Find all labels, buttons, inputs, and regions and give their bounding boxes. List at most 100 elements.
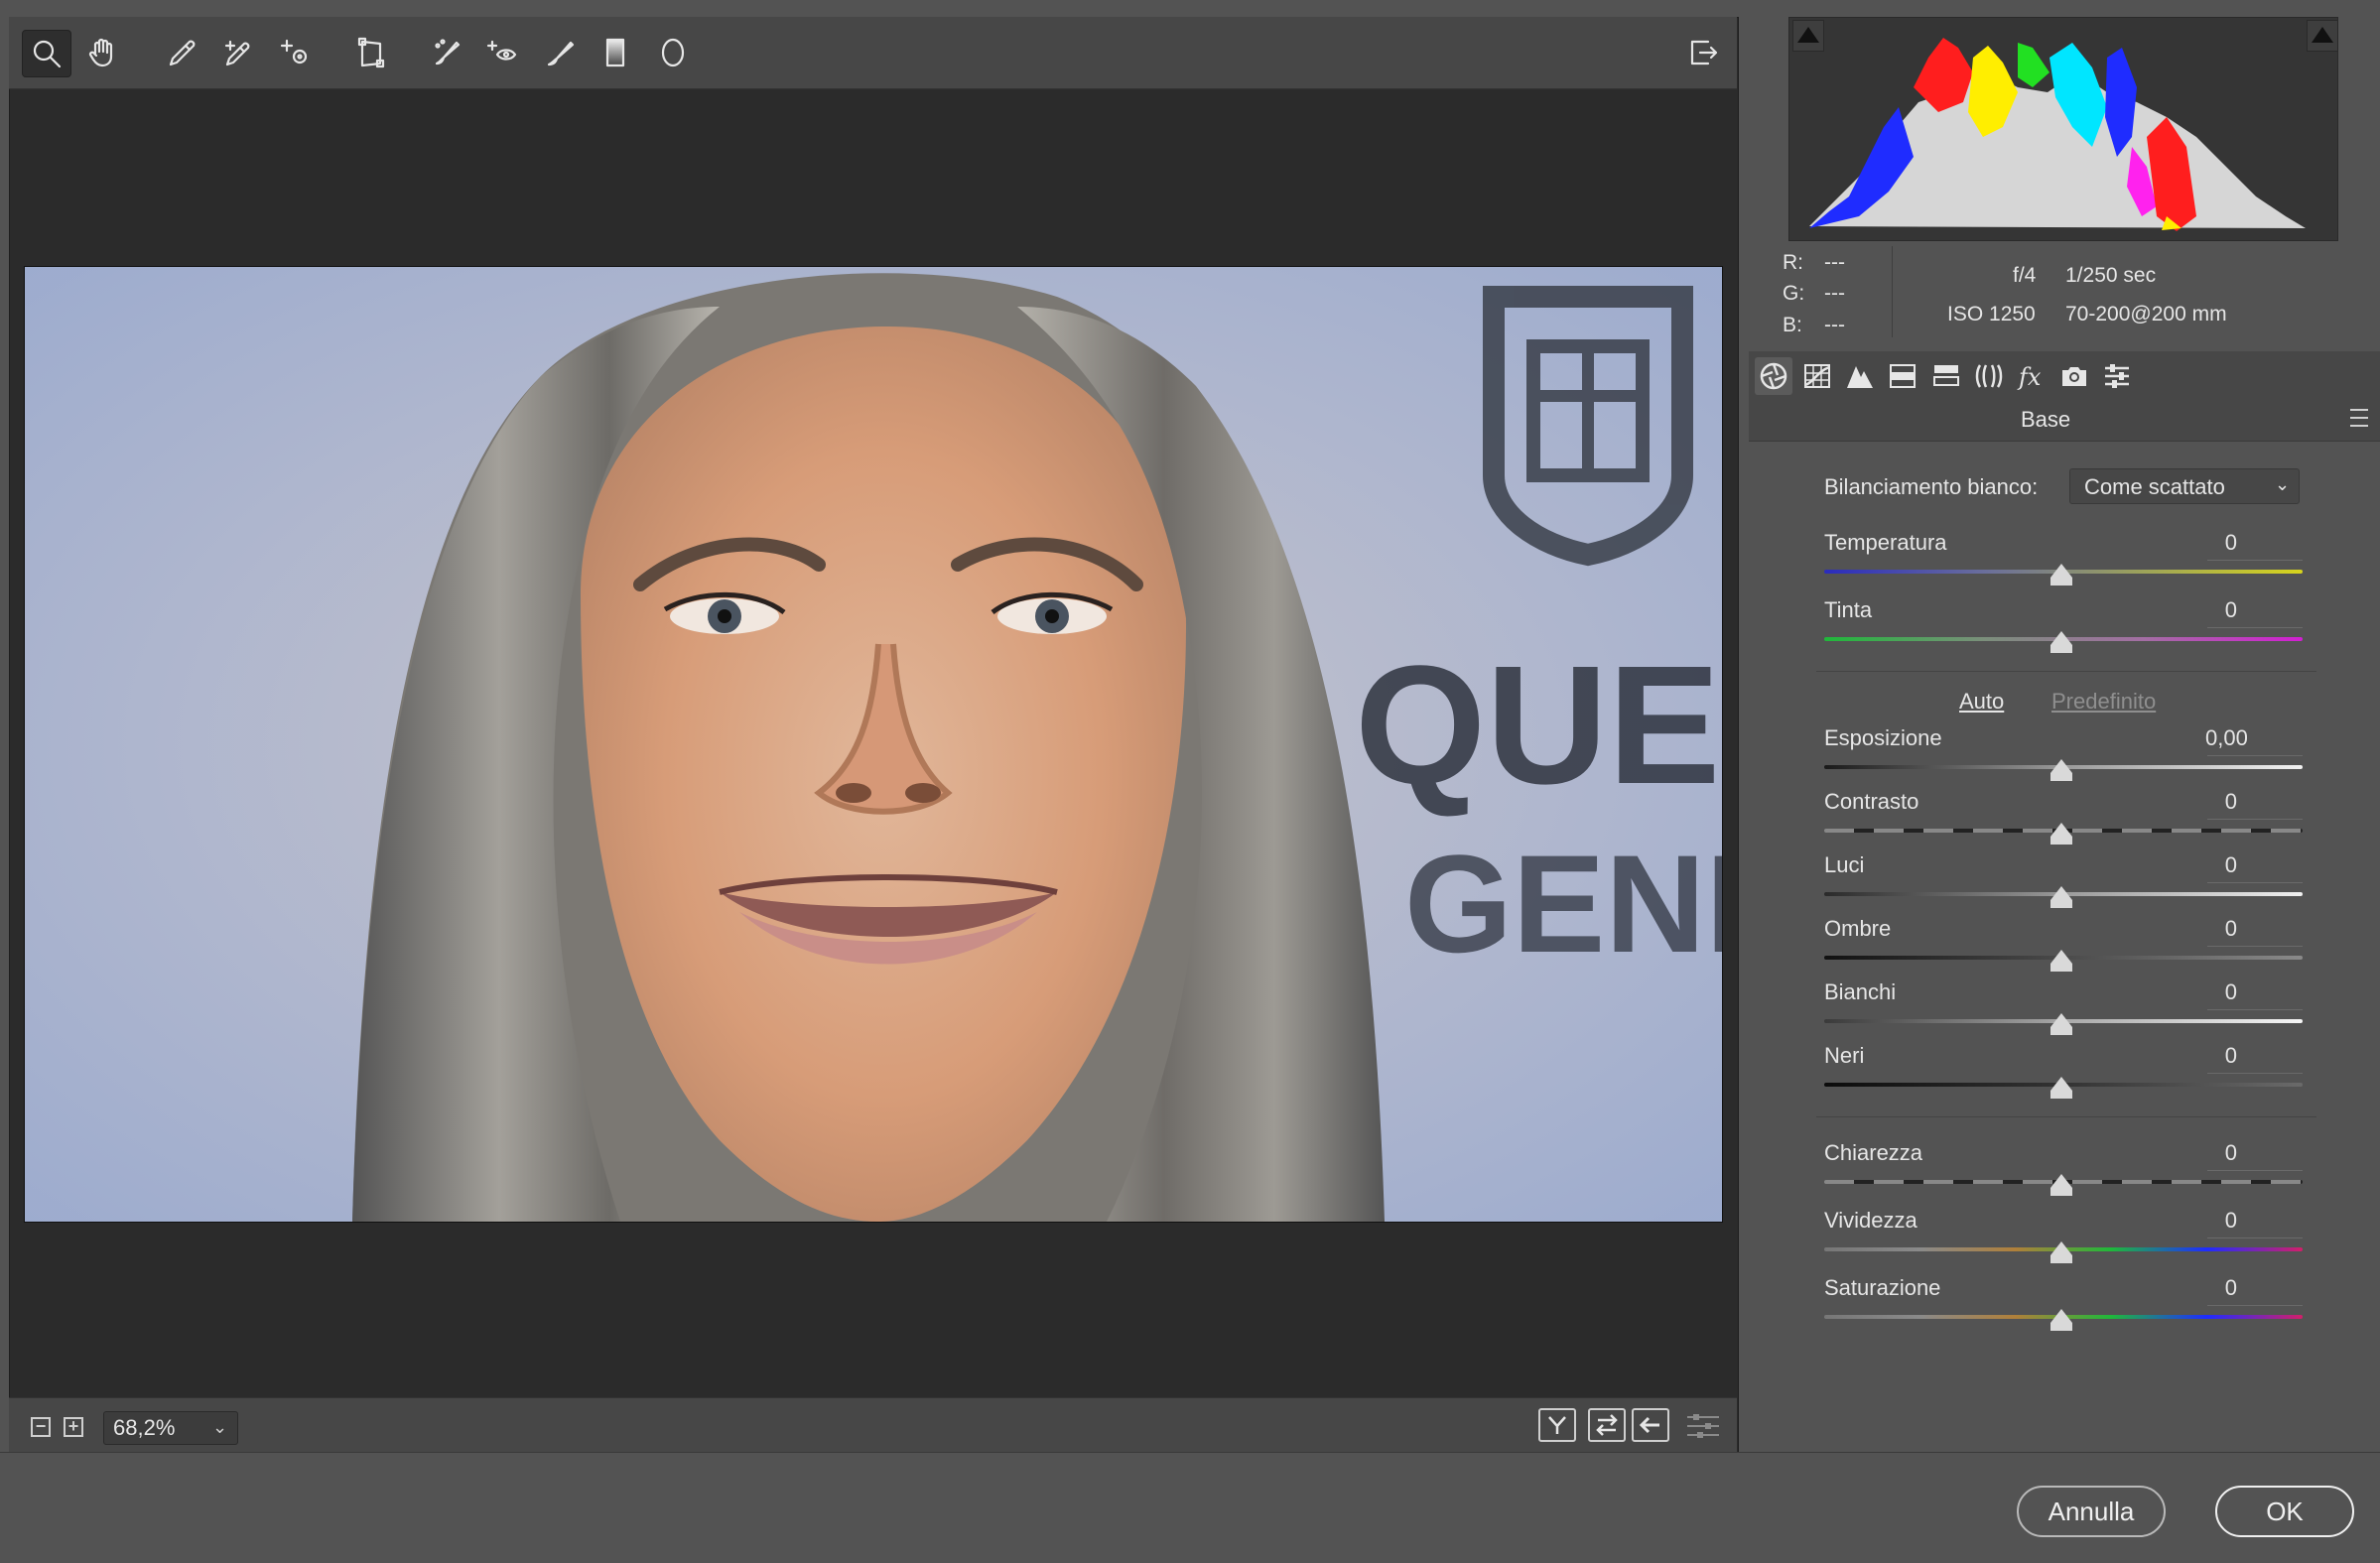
- g-label: G:: [1783, 282, 1805, 305]
- tab-hsl[interactable]: [1884, 357, 1921, 395]
- iso-value: ISO 1250: [1947, 303, 2036, 326]
- vividezza-slider-thumb[interactable]: [2050, 1241, 2072, 1263]
- info-divider: [1892, 246, 1893, 337]
- chiarezza-value-underline: [2207, 1170, 2303, 1171]
- toggle-settings-button[interactable]: [1685, 1411, 1721, 1441]
- vividezza-value[interactable]: 0: [2172, 1208, 2237, 1234]
- svg-text:GENEV: GENEV: [1404, 826, 1722, 981]
- ombre-label: Ombre: [1824, 916, 1892, 941]
- targeted-adjustment-tool[interactable]: [272, 30, 320, 75]
- tab-tone-curve[interactable]: [1798, 357, 1836, 395]
- chiarezza-slider-thumb[interactable]: [2050, 1174, 2072, 1196]
- saturazione-slider-thumb[interactable]: [2050, 1309, 2072, 1331]
- tab-camera-calibration[interactable]: [2055, 357, 2093, 395]
- graduated-filter-tool[interactable]: [592, 30, 639, 75]
- panel-menu-icon[interactable]: [2350, 409, 2368, 427]
- zoom-level-value: 68,2%: [113, 1415, 176, 1440]
- red-eye-icon: [486, 40, 517, 61]
- temperatura-slider-thumb[interactable]: [2050, 564, 2072, 586]
- contrasto-slider-thumb[interactable]: [2050, 823, 2072, 845]
- neri-label: Neri: [1824, 1043, 1865, 1068]
- tinta-label: Tinta: [1824, 597, 1873, 622]
- status-bar: [9, 1397, 1737, 1453]
- arrow-left-icon: [1639, 1416, 1659, 1434]
- temperatura-value[interactable]: 0: [2172, 530, 2237, 556]
- chiarezza-value[interactable]: 0: [2172, 1140, 2237, 1166]
- split-tone-icon: [1933, 365, 1959, 386]
- radial-filter-tool[interactable]: [649, 30, 697, 75]
- luci-value[interactable]: 0: [2172, 852, 2237, 878]
- photo-preview[interactable]: QUE GENEV: [24, 266, 1723, 1223]
- open-preferences-button[interactable]: [1679, 30, 1727, 75]
- saturazione-value-underline: [2207, 1305, 2303, 1306]
- spot-removal-tool[interactable]: [424, 30, 471, 75]
- vividezza-label: Vividezza: [1824, 1208, 1917, 1233]
- b-label: B:: [1783, 314, 1802, 336]
- portrait-image: QUE GENEV: [25, 267, 1722, 1222]
- copy-settings-button[interactable]: [1632, 1408, 1669, 1442]
- tinta-slider-thumb[interactable]: [2050, 631, 2072, 653]
- bianchi-label: Bianchi: [1824, 979, 1897, 1004]
- chiarezza-label: Chiarezza: [1824, 1140, 1923, 1165]
- tab-effects[interactable]: fx: [2013, 357, 2050, 395]
- chevron-down-icon: ⌄: [2275, 474, 2291, 494]
- auto-button[interactable]: Auto: [1959, 689, 2004, 715]
- tab-basic[interactable]: [1755, 357, 1792, 395]
- luci-slider-thumb[interactable]: [2050, 886, 2072, 908]
- zoom-tool[interactable]: [22, 30, 71, 77]
- ombre-slider-thumb[interactable]: [2050, 950, 2072, 972]
- magnifier-icon: [33, 40, 62, 68]
- saturazione-value[interactable]: 0: [2172, 1275, 2237, 1301]
- shadow-clipping-warning-button[interactable]: [1792, 20, 1824, 52]
- tab-detail[interactable]: [1841, 357, 1879, 395]
- tinta-value[interactable]: 0: [2172, 597, 2237, 623]
- esposizione-slider-thumb[interactable]: [2050, 759, 2072, 781]
- target-adjust-icon: [280, 39, 308, 65]
- panel-tabs: fx: [1749, 351, 2380, 401]
- brush-icon: [547, 41, 575, 66]
- eyedropper-icon: [169, 40, 196, 66]
- svg-text:fx: fx: [2017, 363, 2042, 391]
- default-button[interactable]: Predefinito: [2051, 689, 2156, 715]
- esposizione-value[interactable]: 0,00: [2205, 725, 2271, 751]
- ombre-value[interactable]: 0: [2172, 916, 2237, 942]
- transform-icon: [357, 37, 385, 68]
- before-after-toggle-button[interactable]: [1538, 1408, 1576, 1442]
- white-balance-tool[interactable]: [159, 30, 206, 75]
- adjustment-brush-tool[interactable]: [536, 30, 584, 75]
- tab-presets[interactable]: [2098, 357, 2136, 395]
- lens-value: 70-200@200 mm: [2065, 303, 2227, 326]
- camera-icon: [2062, 367, 2086, 386]
- ok-button[interactable]: OK: [2215, 1486, 2354, 1537]
- neri-slider-thumb[interactable]: [2050, 1077, 2072, 1099]
- luci-value-underline: [2207, 882, 2303, 883]
- bianchi-value[interactable]: 0: [2172, 979, 2237, 1005]
- tinta-value-underline: [2207, 627, 2303, 628]
- cancel-button[interactable]: Annulla: [2017, 1486, 2166, 1537]
- lens-icon: [1975, 364, 2003, 388]
- swap-settings-button[interactable]: [1588, 1408, 1626, 1442]
- sliders-icon: [2105, 364, 2129, 388]
- color-sampler-tool[interactable]: [215, 30, 263, 75]
- contrasto-value-underline: [2207, 819, 2303, 820]
- bianchi-slider-thumb[interactable]: [2050, 1013, 2072, 1035]
- luci-label: Luci: [1824, 852, 1865, 877]
- contrasto-value[interactable]: 0: [2172, 789, 2237, 815]
- hand-tool[interactable]: [79, 30, 127, 75]
- aperture-value: f/4: [2013, 264, 2037, 287]
- tab-lens-corrections[interactable]: [1970, 357, 2008, 395]
- red-eye-tool[interactable]: [478, 30, 526, 75]
- zoom-in-button[interactable]: +: [64, 1417, 83, 1437]
- contrasto-label: Contrasto: [1824, 789, 1919, 814]
- triangle-icon: [2312, 27, 2333, 43]
- section-divider: [1816, 671, 2316, 672]
- vividezza-value-underline: [2207, 1237, 2303, 1238]
- transform-tool[interactable]: [347, 30, 395, 75]
- esposizione-label: Esposizione: [1824, 725, 1942, 750]
- r-value: ---: [1824, 251, 1845, 274]
- neri-value[interactable]: 0: [2172, 1043, 2237, 1069]
- section-divider: [1816, 1116, 2316, 1117]
- highlight-clipping-warning-button[interactable]: [2307, 20, 2338, 52]
- zoom-out-button[interactable]: −: [31, 1417, 51, 1437]
- tab-split-toning[interactable]: [1927, 357, 1965, 395]
